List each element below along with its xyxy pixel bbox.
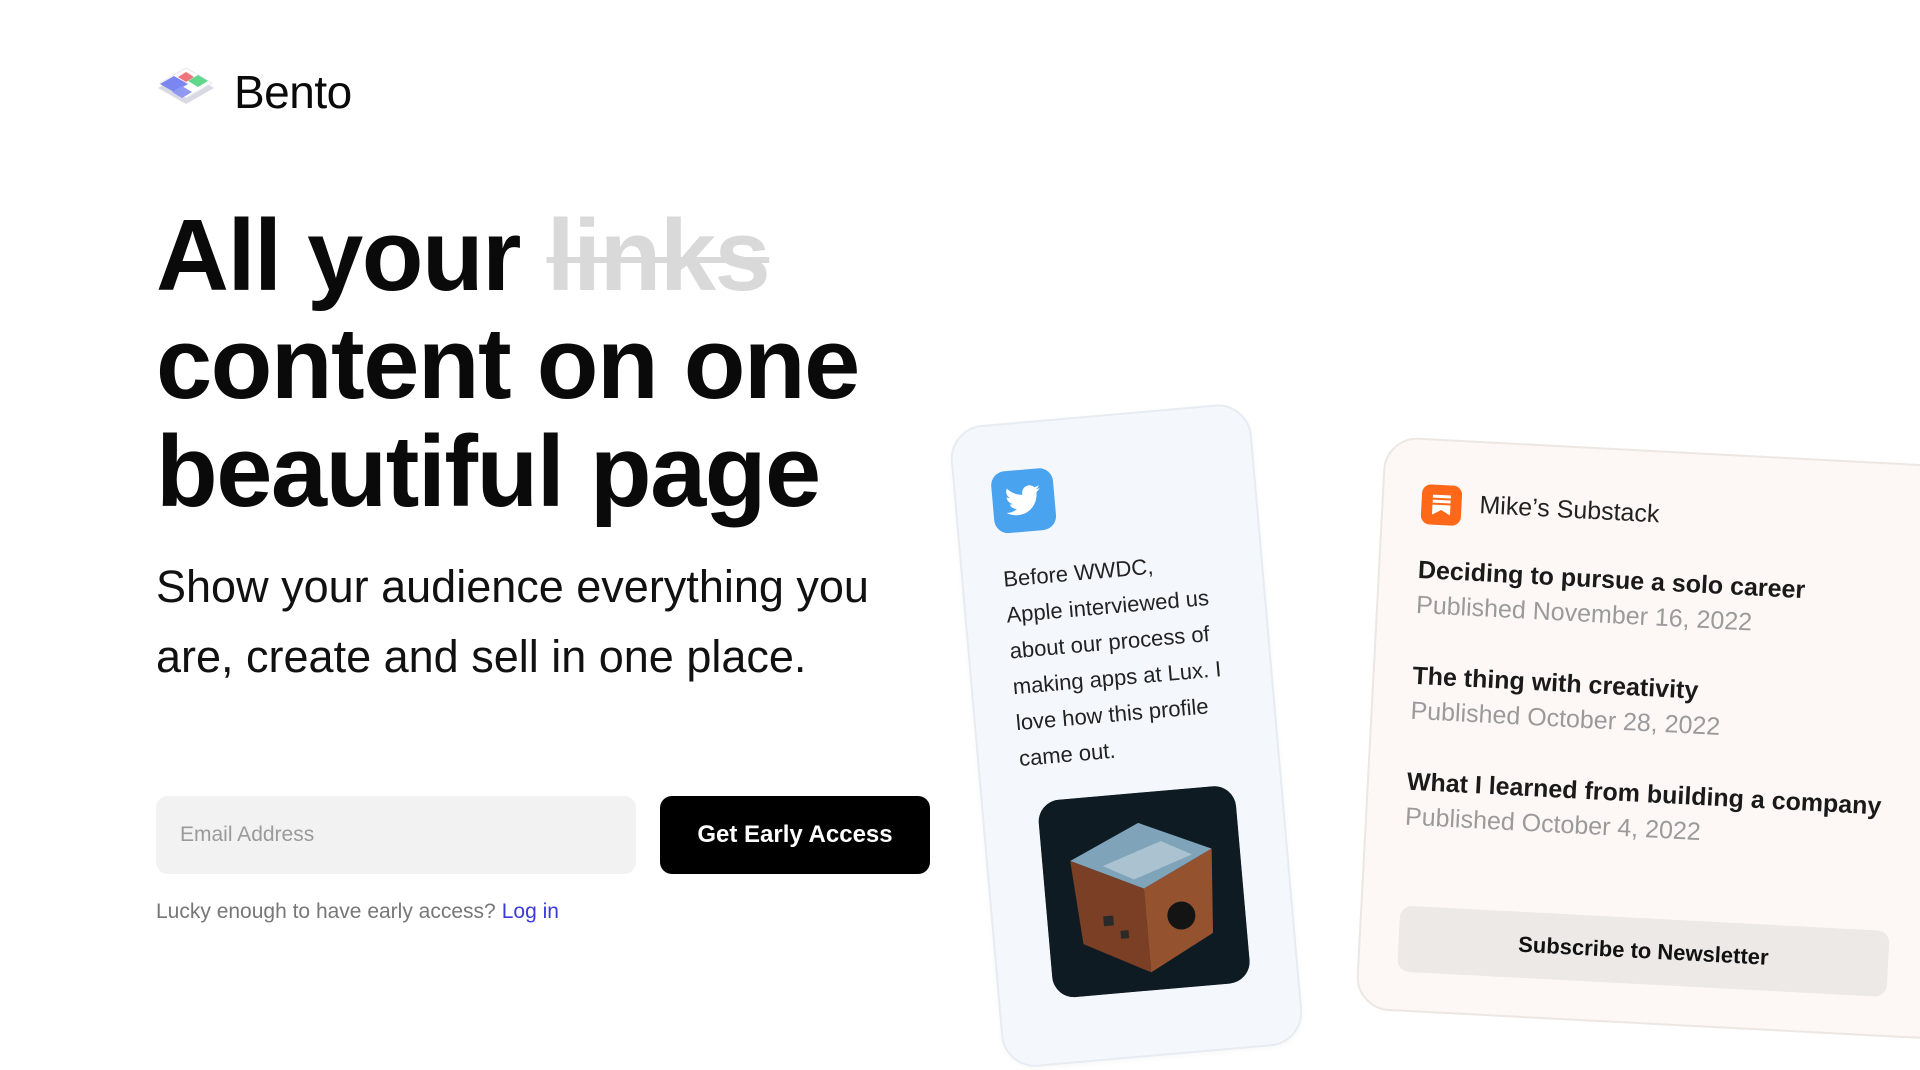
headline-rest: content on one beautiful page — [156, 308, 860, 528]
bento-logo-icon[interactable] — [156, 64, 216, 120]
tweet-text: Before WWDC, Apple interviewed us about … — [1002, 553, 1223, 772]
substack-title: Mike’s Substack — [1478, 491, 1661, 529]
post-item[interactable]: Deciding to pursue a solo career Publish… — [1415, 556, 1805, 640]
twitter-bird-icon — [990, 467, 1058, 535]
tweet-image — [1036, 784, 1252, 999]
headline-struck-word: links — [546, 200, 771, 312]
get-early-access-button[interactable]: Get Early Access — [660, 796, 930, 874]
early-access-note-text: Lucky enough to have early access? — [156, 900, 496, 923]
early-access-note: Lucky enough to have early access? Log in — [156, 900, 559, 924]
post-item[interactable]: The thing with creativity Published Octo… — [1410, 662, 1723, 742]
hero-subline: Show your audience everything you are, c… — [156, 561, 869, 682]
brand-name[interactable]: Bento — [234, 65, 352, 119]
post-item[interactable]: What I learned from building a company P… — [1404, 768, 1882, 857]
headline-start: All your — [156, 200, 547, 312]
login-link[interactable]: Log in — [502, 900, 559, 923]
page-title: All your links content on one beautiful … — [156, 202, 916, 526]
hero: All your links content on one beautiful … — [156, 202, 916, 526]
signup-form: Get Early Access — [156, 796, 930, 874]
substack-card[interactable]: Mike’s Substack Deciding to pursue a sol… — [1354, 436, 1920, 1041]
email-input[interactable] — [156, 796, 636, 874]
header: Bento — [156, 64, 352, 120]
substack-icon — [1420, 484, 1463, 527]
subscribe-newsletter-button[interactable]: Subscribe to Newsletter — [1396, 905, 1890, 998]
tweet-card[interactable]: Before WWDC, Apple interviewed us about … — [948, 401, 1305, 1070]
